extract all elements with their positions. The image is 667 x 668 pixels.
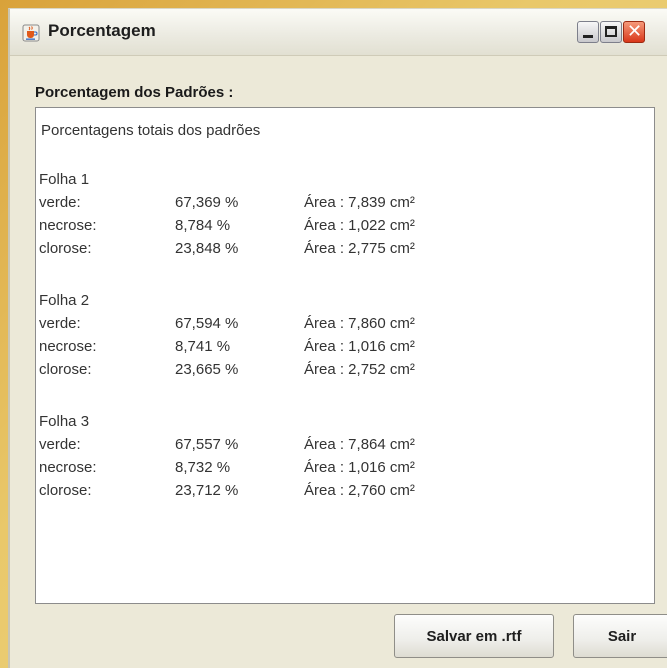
pattern-name: clorose: [39, 482, 92, 499]
pattern-percentage: 67,557 % [175, 436, 239, 453]
pattern-area: Área : 7,860 cm² [304, 315, 415, 332]
minimize-icon [583, 35, 593, 38]
pattern-area: Área : 1,016 cm² [304, 338, 415, 355]
pattern-area: Área : 1,022 cm² [304, 217, 415, 234]
report-text-area[interactable]: Porcentagens totais dos padrões Folha 1 … [35, 107, 655, 604]
window-title: Porcentagem [48, 21, 156, 40]
pattern-area: Área : 7,839 cm² [304, 194, 415, 211]
pattern-area: Área : 2,760 cm² [304, 482, 415, 499]
pattern-row: verde: 67,594 % Área : 7,860 cm² [39, 315, 639, 337]
pattern-row: necrose: 8,784 % Área : 1,022 cm² [39, 217, 639, 239]
leaf-title: Folha 1 [39, 171, 90, 188]
pattern-row: clorose: 23,712 % Área : 2,760 cm² [39, 482, 639, 504]
pattern-name: verde: [39, 194, 81, 211]
leaf-title: Folha 3 [39, 413, 90, 430]
report-heading: Porcentagens totais dos padrões [41, 122, 261, 139]
pattern-row: necrose: 8,741 % Área : 1,016 cm² [39, 338, 639, 360]
pattern-name: necrose: [39, 459, 97, 476]
exit-button[interactable]: Sair [573, 614, 667, 658]
pattern-percentage: 23,712 % [175, 482, 239, 499]
pattern-row: verde: 67,369 % Área : 7,839 cm² [39, 194, 639, 216]
pattern-name: clorose: [39, 240, 92, 257]
close-icon: ✕ [627, 21, 643, 42]
pattern-name: clorose: [39, 361, 92, 378]
pattern-percentage: 8,741 % [175, 338, 231, 355]
maximize-button[interactable] [600, 21, 622, 43]
title-bar[interactable]: Porcentagem ✕ [10, 9, 667, 56]
porcentagem-window: Porcentagem ✕ Porcentagem dos Padrões : … [8, 8, 667, 668]
pattern-percentage: 8,784 % [175, 217, 231, 234]
pattern-name: verde: [39, 436, 81, 453]
pattern-name: verde: [39, 315, 81, 332]
pattern-row: clorose: 23,848 % Área : 2,775 cm² [39, 240, 639, 262]
leaf-title: Folha 2 [39, 292, 90, 309]
java-cup-icon [22, 24, 40, 42]
pattern-area: Área : 1,016 cm² [304, 459, 415, 476]
section-label: Porcentagem dos Padrões : [35, 84, 234, 101]
pattern-row: verde: 67,557 % Área : 7,864 cm² [39, 436, 639, 458]
minimize-button[interactable] [577, 21, 599, 43]
pattern-percentage: 23,665 % [175, 361, 239, 378]
pattern-percentage: 8,732 % [175, 459, 231, 476]
pattern-percentage: 67,369 % [175, 194, 239, 211]
pattern-area: Área : 2,752 cm² [304, 361, 415, 378]
pattern-row: clorose: 23,665 % Área : 2,752 cm² [39, 361, 639, 383]
pattern-name: necrose: [39, 338, 97, 355]
pattern-area: Área : 7,864 cm² [304, 436, 415, 453]
pattern-row: necrose: 8,732 % Área : 1,016 cm² [39, 459, 639, 481]
pattern-percentage: 23,848 % [175, 240, 239, 257]
pattern-percentage: 67,594 % [175, 315, 239, 332]
close-button[interactable]: ✕ [623, 21, 645, 43]
save-rtf-button[interactable]: Salvar em .rtf [394, 614, 554, 658]
pattern-area: Área : 2,775 cm² [304, 240, 415, 257]
pattern-name: necrose: [39, 217, 97, 234]
maximize-icon [605, 26, 617, 37]
